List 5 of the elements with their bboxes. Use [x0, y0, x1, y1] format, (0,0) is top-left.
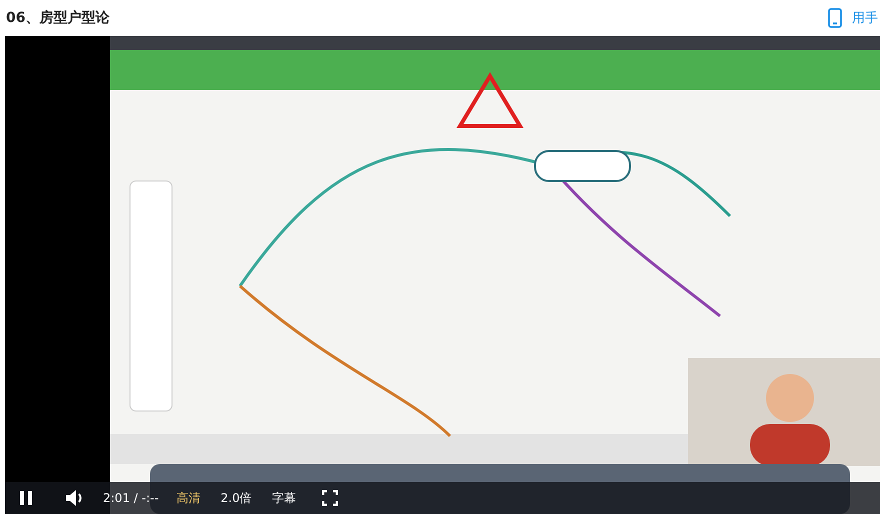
lesson-title: 06、房型户型论: [6, 9, 110, 27]
subtitles-button[interactable]: 字幕: [268, 488, 300, 508]
speed-button[interactable]: 2.0倍: [216, 488, 256, 508]
time-display: 2:01 / -:--: [103, 491, 159, 505]
quality-button[interactable]: 高清: [172, 488, 205, 508]
